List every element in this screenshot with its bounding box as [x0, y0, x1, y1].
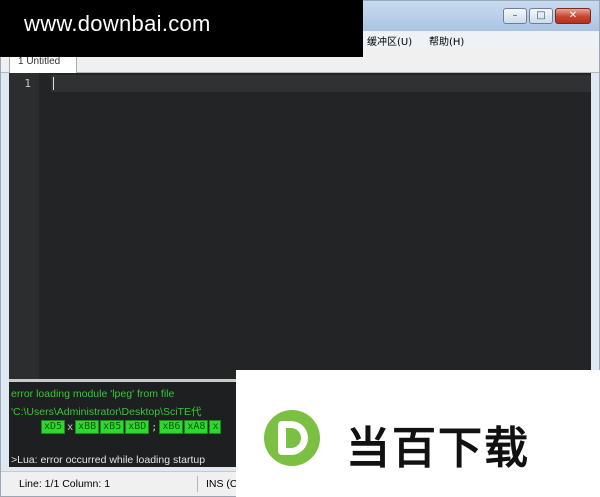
- status-mode: INS (C: [206, 478, 238, 490]
- watermark-brand: 当百下载: [346, 423, 530, 474]
- menu-help[interactable]: 帮助(H): [429, 33, 464, 48]
- minimize-button[interactable]: –: [503, 8, 527, 24]
- hex-separator: x: [67, 421, 74, 433]
- status-divider: [197, 476, 198, 492]
- status-position: Line: 1/1 Column: 1: [19, 478, 111, 490]
- hex-chip: xA8: [184, 420, 209, 434]
- hex-chip: x: [209, 420, 222, 434]
- hex-separator: ;: [151, 421, 158, 433]
- output-hex-row: xD5 x xBB xB5 xBD ; xB6 xA8 x: [41, 420, 222, 434]
- output-line: error loading module 'lpeg' from file: [11, 388, 175, 400]
- hex-chip: xB6: [159, 420, 184, 434]
- menu-buffers[interactable]: 缓冲区(U): [367, 33, 412, 48]
- brand-logo-icon: [264, 410, 320, 466]
- fold-margin[interactable]: [39, 73, 51, 379]
- close-button[interactable]: ✕: [555, 8, 591, 24]
- hex-chip: xBD: [125, 420, 150, 434]
- window-controls: – □ ✕: [503, 8, 591, 24]
- current-line-highlight: [51, 75, 591, 92]
- watermark-url: www.downbai.com: [24, 11, 211, 36]
- watermark-bottom: 当百下载: [236, 370, 600, 497]
- hex-chip: xBB: [75, 420, 100, 434]
- editor-pane[interactable]: 1: [9, 73, 591, 379]
- text-caret: [53, 77, 54, 90]
- hex-chip: xD5: [41, 420, 66, 434]
- output-line: 'C:\Users\Administrator\Desktop\SciTE代: [11, 406, 202, 418]
- line-number: 1: [24, 77, 31, 90]
- line-number-margin: 1: [9, 73, 39, 379]
- hex-chip: xB5: [100, 420, 125, 434]
- output-line: >Lua: error occurred while loading start…: [11, 454, 206, 466]
- brand-logo-letter: [278, 421, 308, 455]
- maximize-button[interactable]: □: [529, 8, 553, 24]
- watermark-top: www.downbai.com: [0, 0, 363, 57]
